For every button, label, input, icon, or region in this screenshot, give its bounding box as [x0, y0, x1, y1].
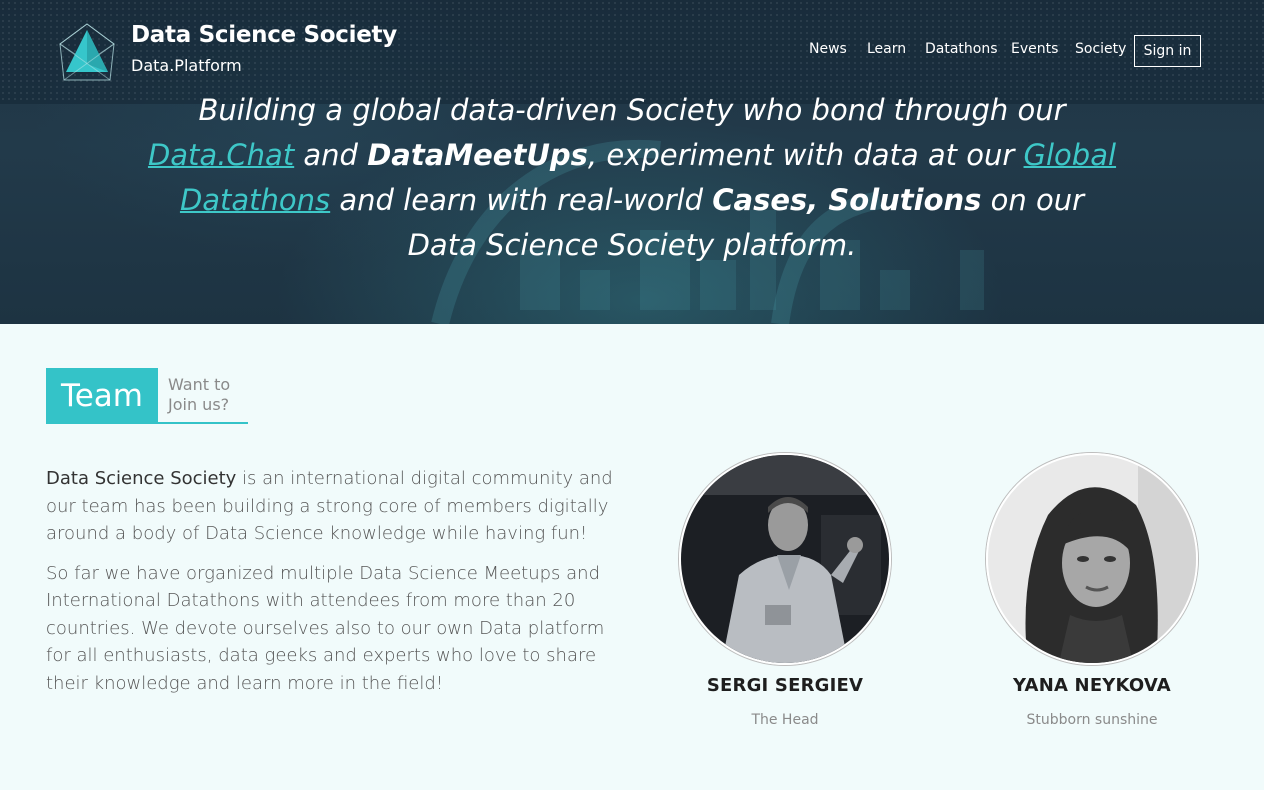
- nav-learn[interactable]: Learn: [867, 41, 906, 57]
- hero-text-experiment: , experiment with data at our: [587, 138, 1024, 172]
- about-text: Data Science Society is an international…: [46, 465, 616, 709]
- nav-news[interactable]: News: [809, 41, 847, 57]
- team-member-card: SERGI SERGIEV The Head: [679, 453, 891, 728]
- member-photo-sergi: [681, 455, 889, 663]
- nav-events[interactable]: Events: [1011, 41, 1058, 57]
- avatar: [986, 453, 1198, 665]
- member-role: The Head: [751, 712, 819, 728]
- hero-text-on-our: on our: [981, 183, 1085, 217]
- member-photo-yana: [988, 455, 1196, 663]
- hero-text-learn: and learn with real-world: [330, 183, 713, 217]
- join-us-link[interactable]: Want to Join us?: [158, 368, 248, 424]
- team-member-card: YANA NEYKOVA Stubborn sunshine: [986, 453, 1198, 728]
- about-org-name: Data Science Society: [46, 468, 237, 489]
- member-name: SERGI SERGIEV: [706, 675, 864, 696]
- cases-text: Cases: [712, 183, 808, 217]
- logo-icon[interactable]: [58, 22, 116, 84]
- datameetups-text: DataMeetUps: [367, 138, 588, 172]
- avatar: [679, 453, 891, 665]
- solutions-text: Solutions: [828, 183, 982, 217]
- hero-text-and: and: [294, 138, 368, 172]
- member-role: Stubborn sunshine: [1026, 712, 1158, 728]
- hero-text-platform: Data Science Society platform.: [407, 228, 857, 262]
- member-name: YANA NEYKOVA: [1013, 675, 1171, 696]
- about-paragraph-1: Data Science Society is an international…: [46, 465, 616, 548]
- signin-button[interactable]: Sign in: [1134, 35, 1201, 67]
- team-heading: Team: [46, 368, 158, 424]
- hero-line-1: Building a global data-driven Society wh…: [198, 93, 1066, 127]
- hero-section: Data Science Society Data.Platform News …: [0, 0, 1264, 324]
- nav-datathons[interactable]: Datathons: [925, 41, 998, 57]
- datachat-link[interactable]: Data.Chat: [148, 138, 294, 172]
- nav-society[interactable]: Society: [1075, 41, 1126, 57]
- brand-subtitle[interactable]: Data.Platform: [131, 56, 242, 75]
- about-paragraph-2: So far we have organized multiple Data S…: [46, 562, 605, 694]
- hero-tagline: Building a global data-driven Society wh…: [130, 88, 1134, 268]
- brand-title[interactable]: Data Science Society: [131, 22, 397, 48]
- hero-comma: ,: [807, 183, 829, 217]
